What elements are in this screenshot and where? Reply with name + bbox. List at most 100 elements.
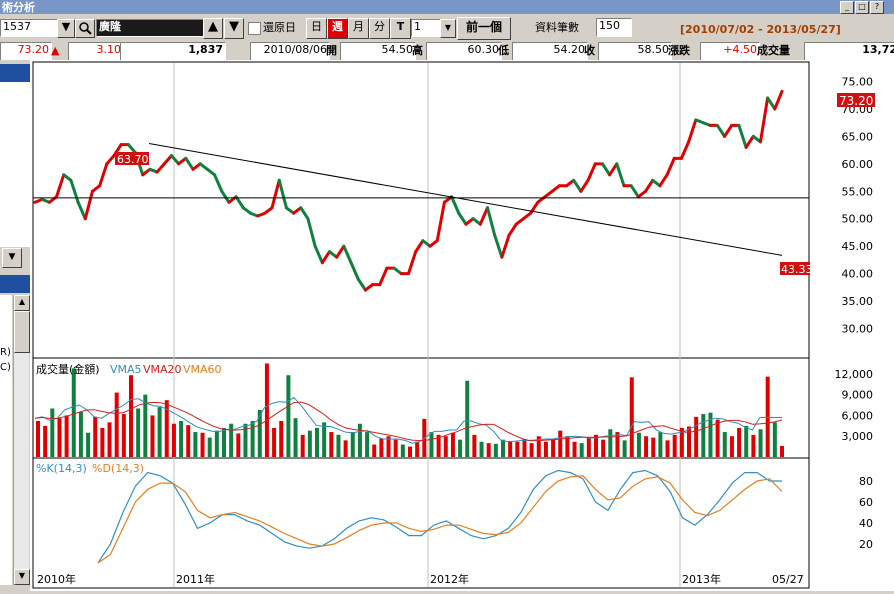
- symbol-dropdown-icon[interactable]: ▼: [57, 19, 75, 38]
- x-axis: 2010年 2011年 2012年 2013年 05/27: [37, 572, 804, 586]
- volume-bar: [50, 408, 55, 457]
- volume-bar: [486, 443, 491, 457]
- price-segment: [478, 206, 490, 226]
- price-segment: [349, 261, 360, 281]
- volume-bar: [522, 438, 527, 457]
- price-segment: [83, 189, 94, 221]
- volume-bar: [737, 427, 742, 457]
- chg-label: 漲跌: [668, 44, 690, 57]
- prev-symbol-icon[interactable]: ▲: [203, 18, 223, 39]
- volume-bar: [765, 376, 770, 457]
- vol-label: 成交量: [757, 44, 790, 57]
- volume-legend-vma20: VMA20: [143, 363, 182, 376]
- volume-bar: [622, 440, 627, 457]
- multiplier-dropdown-icon[interactable]: ▼: [440, 19, 456, 38]
- volume-bar: [551, 439, 556, 457]
- scroll-up-icon[interactable]: ▲: [14, 295, 30, 311]
- previous-button[interactable]: 前一個: [457, 17, 511, 40]
- maximize-icon[interactable]: □: [855, 1, 869, 14]
- kd-series: [97, 469, 783, 564]
- scroll-down-icon[interactable]: ▼: [14, 569, 30, 585]
- period-tick-button[interactable]: T: [390, 18, 411, 39]
- volume-bar: [121, 414, 126, 457]
- volume-bar: [780, 445, 784, 457]
- date-range: [2010/07/02 - 2013/05/27]: [680, 23, 841, 36]
- panel-scrollbar[interactable]: ▲ ▼: [13, 295, 30, 585]
- title-bar: 術分析 _ □ ?: [0, 0, 894, 14]
- price-segment: [766, 96, 777, 111]
- panel-list-2[interactable]: [0, 295, 12, 585]
- price-segment: [715, 123, 727, 138]
- volume-bar: [129, 375, 133, 457]
- price-segment: [493, 233, 504, 259]
- period-minute-button[interactable]: 分: [369, 18, 390, 39]
- volume-bar: [458, 439, 463, 457]
- price-segment: [378, 266, 389, 287]
- volume-bar: [658, 432, 663, 457]
- volume-bar: [36, 420, 40, 457]
- price-segment: [665, 156, 676, 177]
- next-symbol-icon[interactable]: ▼: [224, 18, 244, 39]
- volume-bar: [715, 419, 720, 457]
- price-segment: [342, 244, 353, 265]
- price-segment: [313, 244, 324, 265]
- volume-bar: [315, 427, 319, 457]
- price-series: [33, 89, 784, 292]
- volume-bar: [601, 439, 606, 457]
- volume-bar: [71, 368, 76, 457]
- kd-legend-k: %K(14,3): [36, 462, 87, 475]
- volume-bar: [722, 432, 727, 457]
- volume-bar: [615, 432, 620, 457]
- volume-bar: [57, 418, 62, 457]
- price-segment: [486, 206, 497, 237]
- volume-bar: [529, 443, 534, 457]
- volume-bar: [78, 411, 83, 457]
- panel-header-2: [0, 275, 30, 293]
- panel-list[interactable]: [0, 82, 30, 247]
- volume-bar: [565, 436, 570, 457]
- volume-bar: [493, 443, 498, 457]
- volume-bar: [751, 434, 756, 457]
- records-input[interactable]: 150: [596, 18, 632, 37]
- kd-tick-label: 80: [859, 475, 873, 488]
- panel-label-r: R): [0, 347, 11, 358]
- price-segment: [234, 195, 245, 210]
- volume-bar: [257, 409, 262, 457]
- volume-bar: [772, 422, 777, 457]
- quote-bar: 73.20 ▲ 3.10 1,837 2010/08/06 開 54.50 高 …: [0, 41, 894, 61]
- symbol-code-input[interactable]: 1537: [0, 19, 62, 37]
- price-segment: [407, 250, 418, 276]
- volume-bar: [408, 446, 412, 457]
- kd-tick-label: 60: [859, 496, 873, 509]
- high-label: 高: [412, 44, 423, 57]
- minimize-icon[interactable]: _: [840, 1, 854, 14]
- last-price-label: 73.20: [839, 94, 873, 108]
- price-tick-label: 60.00: [842, 158, 874, 171]
- restore-checkbox[interactable]: [248, 22, 261, 35]
- price-segment: [744, 134, 755, 149]
- volume-bar: [479, 441, 484, 457]
- volume-bar: [472, 434, 477, 457]
- price-segment: [629, 184, 640, 199]
- volume-bar: [443, 436, 448, 457]
- scroll-thumb[interactable]: [14, 311, 30, 353]
- help-icon[interactable]: ?: [870, 1, 884, 14]
- period-month-button[interactable]: 月: [348, 18, 369, 39]
- period-day-button[interactable]: 日: [306, 18, 327, 39]
- volume-bar: [586, 437, 591, 457]
- volume-bar: [150, 415, 155, 457]
- volume-bar: [43, 425, 48, 457]
- volume-bar: [758, 429, 763, 457]
- volume-bar: [300, 434, 305, 457]
- volume-bar: [157, 407, 162, 457]
- period-week-button[interactable]: 週: [327, 18, 348, 39]
- volume-bar: [608, 429, 613, 457]
- volume-bar: [250, 420, 255, 457]
- open-label: 開: [326, 44, 337, 57]
- d-line: [97, 475, 783, 564]
- price-segment: [55, 173, 66, 199]
- panel-dropdown-icon[interactable]: ▼: [2, 248, 22, 268]
- price-segment: [126, 143, 138, 155]
- search-icon[interactable]: [75, 19, 95, 38]
- toolbar: 1537 ▼ 廣隆 ▲ ▼ 還原日 日 週 月 分 T 1 ▼ 前一個 資料筆數…: [0, 14, 894, 41]
